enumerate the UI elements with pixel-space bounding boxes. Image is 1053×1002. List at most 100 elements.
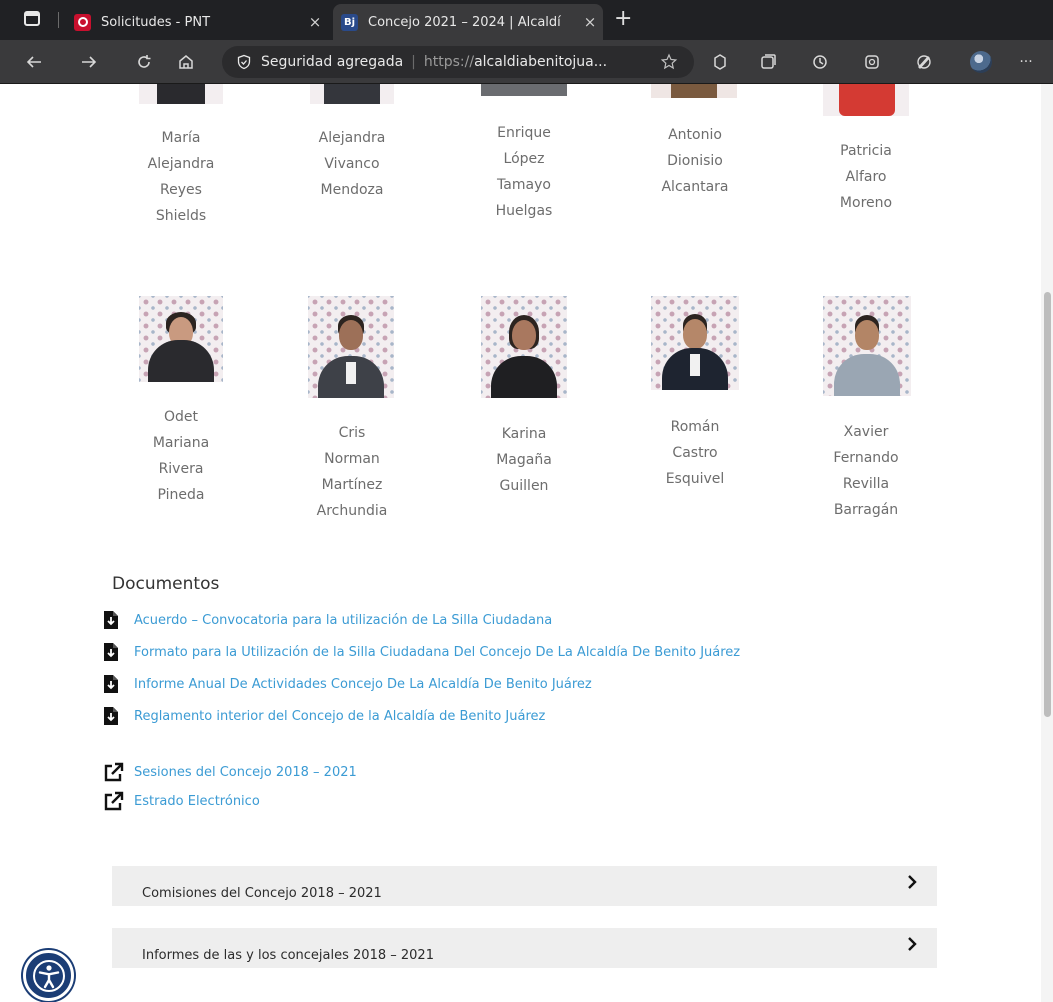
new-tab-button[interactable]: + [614, 6, 632, 31]
member-name-line: Xavier [843, 424, 889, 440]
document-link-row[interactable]: Reglamento interior del Concejo de la Al… [103, 705, 545, 727]
external-link[interactable]: Estrado Electrónico [134, 794, 260, 809]
shield-icon [236, 54, 252, 70]
member-photo [139, 296, 223, 382]
url-host: alcaldiabenitojua... [474, 54, 608, 70]
screenshot-icon[interactable] [860, 50, 884, 74]
member-name: Cris Norman Martínez Archundia [282, 420, 422, 524]
member-name-line: Moreno [839, 195, 893, 211]
document-link[interactable]: Formato para la Utilización de la Silla … [134, 645, 740, 660]
more-menu-icon[interactable]: ··· [1014, 50, 1038, 74]
member-name-line: Shields [155, 208, 207, 224]
external-link-row[interactable]: Sesiones del Concejo 2018 – 2021 [103, 761, 357, 783]
member-name-line: Odet [163, 409, 198, 425]
member-name-line: Tamayo [497, 177, 551, 193]
member-name-line: Pineda [157, 487, 205, 503]
extensions-icon[interactable] [708, 50, 732, 74]
tab-concejo[interactable]: Bj Concejo 2021 – 2024 | Alcaldí × [333, 4, 603, 40]
external-link-row[interactable]: Estrado Electrónico [103, 790, 260, 812]
member-name: Alejandra Vivanco Mendoza [282, 125, 422, 203]
member-name: Odet Mariana Rivera Pineda [111, 404, 251, 508]
document-link-row[interactable]: Acuerdo – Convocatoria para la utilizaci… [103, 609, 552, 631]
member-name-line: Fernando [833, 450, 899, 466]
tab-title: Solicitudes - PNT [101, 14, 211, 30]
accordion-label: Informes de las y los concejales 2018 – … [142, 947, 434, 963]
member-name-line: Castro [672, 445, 718, 461]
accordion-comisiones[interactable]: Comisiones del Concejo 2018 – 2021 [112, 866, 937, 906]
external-link[interactable]: Sesiones del Concejo 2018 – 2021 [134, 765, 357, 780]
close-tab-icon[interactable]: × [302, 13, 328, 31]
member-photo [139, 84, 223, 104]
tab-actions-icon[interactable] [24, 11, 40, 26]
home-icon[interactable] [174, 50, 198, 74]
member-name-line: Huelgas [495, 203, 553, 219]
member-name-line: Magaña [496, 452, 552, 468]
pnt-favicon-icon [74, 13, 91, 31]
document-link[interactable]: Acuerdo – Convocatoria para la utilizaci… [134, 613, 552, 628]
tab-solicitudes[interactable]: Solicitudes - PNT × [66, 4, 328, 40]
member-name-line: Alejandra [318, 130, 386, 146]
member-name-line: Barragán [833, 502, 899, 518]
member-name: Román Castro Esquivel [625, 414, 765, 492]
member-name-line: Vivanco [324, 156, 380, 172]
accordion-label: Comisiones del Concejo 2018 – 2021 [142, 885, 382, 901]
member-photo [651, 84, 737, 98]
document-link-row[interactable]: Informe Anual De Actividades Concejo De … [103, 673, 592, 695]
document-link[interactable]: Informe Anual De Actividades Concejo De … [134, 677, 592, 692]
member-photo [651, 296, 739, 390]
member-name-line: Archundia [316, 503, 388, 519]
profile-avatar[interactable] [970, 51, 992, 73]
member-photo [823, 84, 909, 116]
file-download-icon [104, 611, 118, 629]
address-bar[interactable]: Seguridad agregada | https:// alcaldiabe… [222, 46, 694, 78]
member-name-line: Martínez [321, 477, 383, 493]
member-name-line: Cris [338, 425, 366, 441]
member-name-line: Revilla [842, 476, 890, 492]
tab-title: Concejo 2021 – 2024 | Alcaldí [368, 14, 561, 30]
chevron-right-icon [908, 875, 917, 889]
browser-tab-bar: Solicitudes - PNT × Bj Concejo 2021 – 20… [0, 0, 1053, 40]
member-name-line: Patricia [840, 143, 892, 159]
member-photo [481, 296, 567, 398]
member-name-line: Esquivel [665, 471, 725, 487]
collections-icon[interactable] [756, 50, 780, 74]
scrollbar-thumb[interactable] [1044, 292, 1051, 717]
member-name-line: Alcantara [661, 179, 729, 195]
accessibility-button[interactable] [23, 950, 74, 1001]
member-name: María Alejandra Reyes Shields [111, 125, 251, 229]
accordion-informes[interactable]: Informes de las y los concejales 2018 – … [112, 928, 937, 968]
member-name-line: Rivera [158, 461, 204, 477]
member-name-line: Guillen [499, 478, 549, 494]
member-name-line: Enrique [497, 125, 551, 141]
documents-heading: Documentos [112, 574, 220, 594]
document-link[interactable]: Reglamento interior del Concejo de la Al… [134, 709, 545, 724]
member-name-line: Dionisio [667, 153, 723, 169]
member-photo [481, 84, 567, 96]
document-link-row[interactable]: Formato para la Utilización de la Silla … [103, 641, 740, 663]
page-content: María Alejandra Reyes Shields Alejandra … [0, 84, 1053, 1002]
refresh-icon[interactable] [132, 50, 156, 74]
member-name-line: Mendoza [320, 182, 384, 198]
file-download-icon [104, 643, 118, 661]
tab-divider [58, 12, 59, 28]
member-name: Xavier Fernando Revilla Barragán [796, 419, 936, 523]
member-name-line: Alfaro [845, 169, 887, 185]
browser-toolbar: Seguridad agregada | https:// alcaldiabe… [0, 40, 1053, 84]
member-name-line: Reyes [160, 182, 202, 198]
history-icon[interactable] [808, 50, 832, 74]
file-download-icon [104, 707, 118, 725]
member-name-line: Mariana [152, 435, 210, 451]
member-name-line: Román [670, 419, 720, 435]
bj-favicon-icon: Bj [341, 13, 358, 31]
performance-icon[interactable] [912, 50, 936, 74]
member-photo [823, 296, 911, 396]
back-icon[interactable] [22, 50, 46, 74]
external-link-icon [104, 762, 124, 782]
member-name-line: Norman [324, 451, 380, 467]
add-favorite-icon[interactable] [660, 53, 678, 71]
close-tab-icon[interactable]: × [577, 13, 603, 31]
chevron-right-icon [908, 937, 917, 951]
url-protocol: https:// [423, 54, 475, 70]
forward-icon[interactable] [77, 50, 101, 74]
member-name: Enrique López Tamayo Huelgas [454, 120, 594, 224]
